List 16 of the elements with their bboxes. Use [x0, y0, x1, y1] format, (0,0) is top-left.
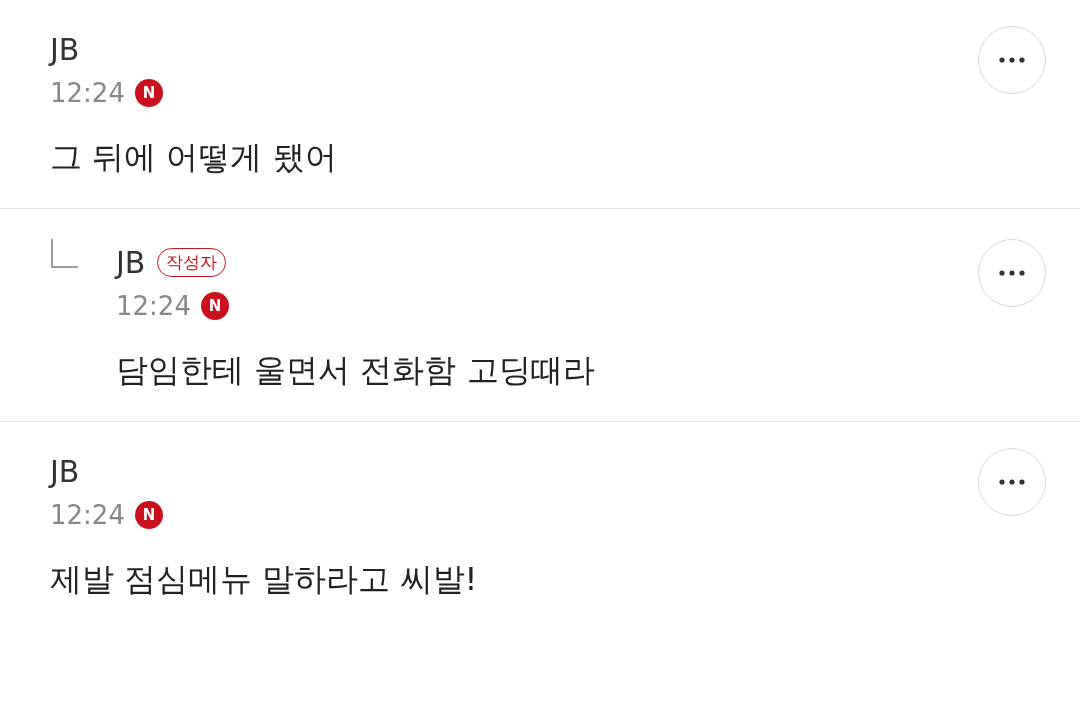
author-name: JB — [50, 453, 80, 489]
comment-time: 12:24 — [50, 78, 125, 108]
comment-text: 담임한테 울면서 전화함 고딩때라 — [116, 350, 596, 391]
comment-text: 제발 점심메뉴 말하라고 씨발! — [50, 559, 479, 600]
author-name: JB — [50, 31, 80, 67]
more-icon — [999, 479, 1025, 485]
comment-time: 12:24 — [50, 500, 125, 530]
new-badge: N — [200, 292, 229, 320]
comment-text: 그 뒤에 어떻게 됐어 — [50, 137, 338, 178]
comment-time: 12:24 — [116, 291, 191, 321]
new-badge: N — [134, 79, 163, 107]
more-icon — [999, 270, 1025, 276]
new-badge: N — [134, 501, 163, 529]
reply-icon — [50, 239, 80, 269]
author-name: JB — [116, 244, 146, 280]
more-icon — [999, 57, 1025, 63]
